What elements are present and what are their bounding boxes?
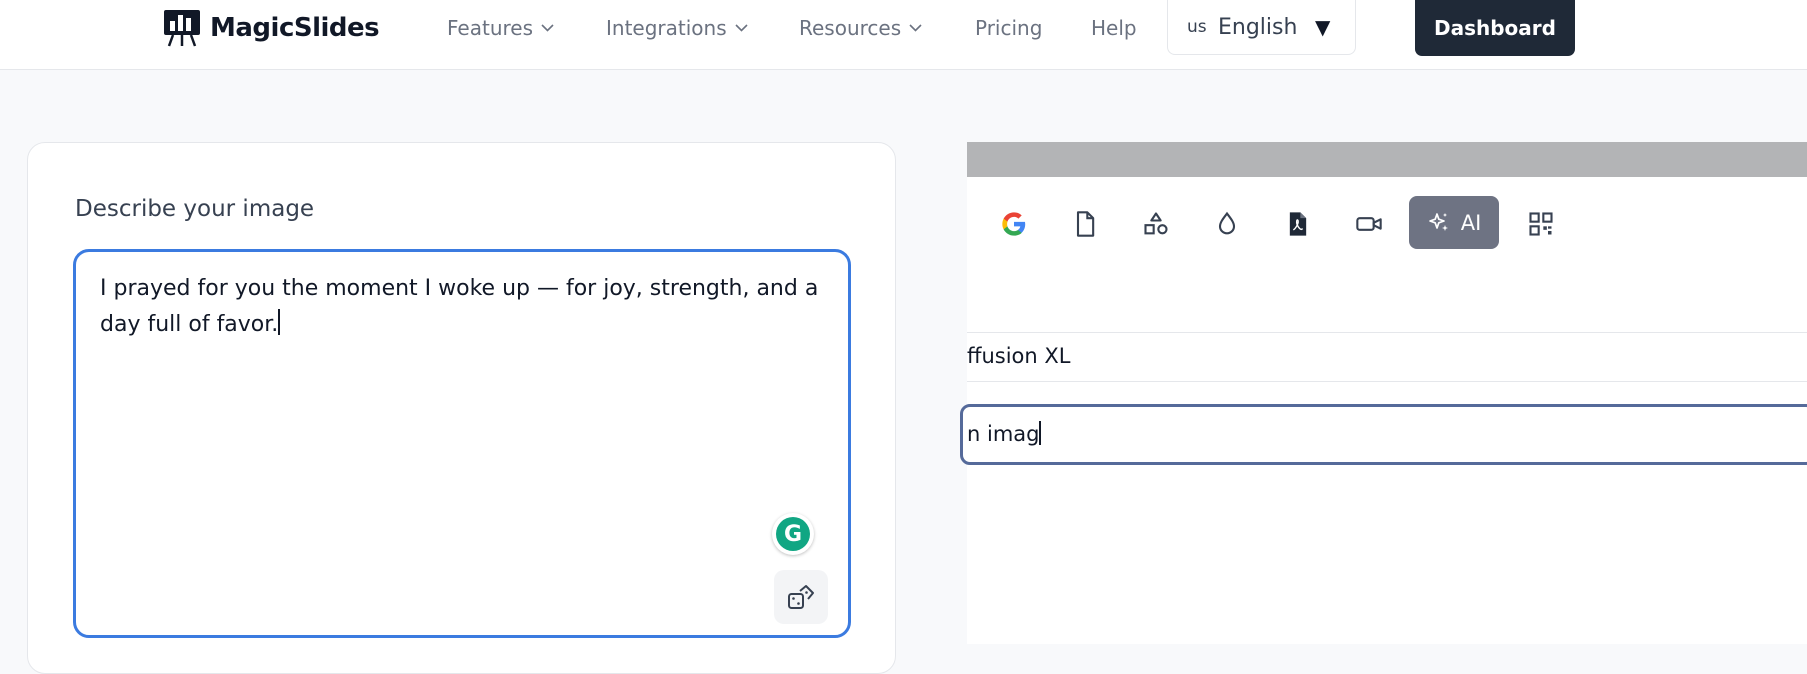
drop-icon[interactable] — [1213, 210, 1241, 238]
brand-logo[interactable]: MagicSlides — [163, 9, 380, 47]
ai-tab-label: AI — [1460, 210, 1482, 235]
presentation-board-icon — [164, 10, 200, 47]
google-icon[interactable] — [1000, 210, 1028, 238]
nav-resources-label: Resources — [799, 16, 902, 40]
video-icon[interactable] — [1355, 210, 1383, 238]
shapes-icon[interactable] — [1142, 210, 1170, 238]
file-icon[interactable] — [1071, 210, 1099, 238]
describe-image-label: Describe your image — [75, 196, 315, 222]
top-navbar: MagicSlides Features Integrations Resour… — [0, 0, 1807, 70]
ai-prompt-text: n imag — [967, 422, 1040, 446]
ai-sparkle-icon — [1428, 212, 1448, 231]
ai-prompt-value: n imag — [967, 421, 1042, 446]
divider — [967, 332, 1807, 333]
image-description-value: I prayed for you the moment I woke up — … — [100, 271, 820, 343]
ai-prompt-input[interactable] — [960, 404, 1807, 465]
nav-help[interactable]: Help — [1091, 14, 1137, 42]
caret-down-icon: ▼ — [1315, 15, 1331, 39]
chevron-down-icon — [909, 24, 922, 32]
ai-tab-button[interactable]: AI — [1409, 196, 1499, 249]
model-select[interactable]: ffusion XL — [967, 344, 1070, 368]
brand-name: MagicSlides — [210, 13, 380, 43]
nav-help-label: Help — [1091, 16, 1137, 40]
nav-integrations-label: Integrations — [606, 16, 727, 40]
text-caret — [278, 309, 281, 335]
dice-icon — [788, 585, 814, 609]
language-name: English — [1218, 14, 1298, 40]
random-prompt-button[interactable] — [774, 570, 828, 624]
language-select[interactable]: us English ▼ — [1167, 0, 1356, 55]
chevron-down-icon — [735, 24, 748, 32]
nav-pricing[interactable]: Pricing — [975, 14, 1042, 42]
nav-integrations[interactable]: Integrations — [606, 14, 748, 42]
pdf-icon[interactable] — [1284, 210, 1312, 238]
nav-pricing-label: Pricing — [975, 16, 1043, 40]
prompt-text: I prayed for you the moment I woke up — … — [100, 276, 819, 337]
panel-header-bar — [967, 142, 1807, 177]
dashboard-button[interactable]: Dashboard — [1415, 0, 1575, 56]
text-caret — [1039, 421, 1042, 445]
nav-features[interactable]: Features — [447, 14, 554, 42]
chevron-down-icon — [541, 24, 554, 32]
nav-resources[interactable]: Resources — [799, 14, 922, 42]
grammarly-badge: G — [776, 517, 810, 551]
qr-code-icon[interactable] — [1527, 210, 1555, 238]
divider — [967, 381, 1807, 382]
grammarly-icon[interactable]: G — [772, 513, 814, 555]
nav-features-label: Features — [447, 16, 533, 40]
language-code: us — [1187, 17, 1207, 37]
